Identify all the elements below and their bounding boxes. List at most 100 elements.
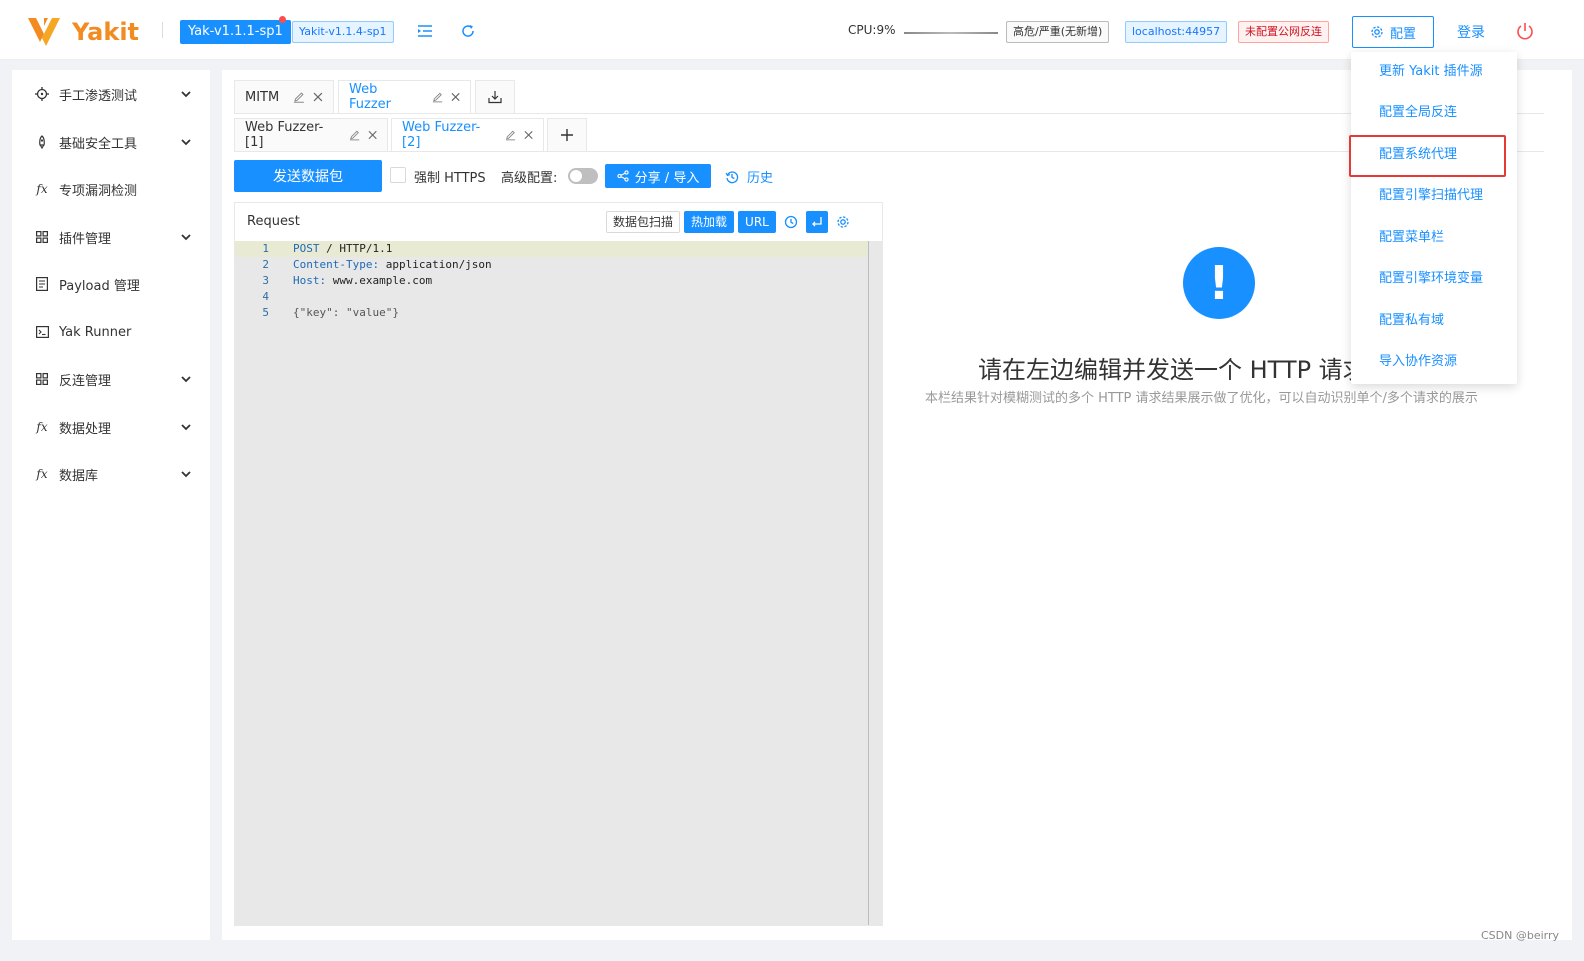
code-editor[interactable]: 1 POST / HTTP/1.1 2 Content-Type: applic…	[235, 241, 882, 925]
tabbar-divider	[234, 113, 1544, 114]
code-text: www.example.com	[326, 274, 433, 287]
line-number: 4	[262, 290, 269, 303]
reverse-connect-tag[interactable]: 未配置公网反连	[1238, 21, 1329, 43]
update-dot	[279, 16, 286, 23]
client-version-badge[interactable]: Yakit-v1.1.4-sp1	[292, 21, 394, 43]
force-https-checkbox[interactable]	[390, 167, 406, 183]
cpu-sparkline	[904, 32, 998, 34]
history-icon	[725, 170, 739, 183]
terminal-icon	[34, 324, 50, 340]
line-number: 5	[262, 306, 269, 319]
tab-mitm[interactable]: MITM	[234, 80, 334, 114]
history-button[interactable]: 历史	[725, 167, 773, 186]
refresh-icon[interactable]	[457, 20, 479, 42]
advanced-config-toggle[interactable]	[568, 168, 598, 184]
subtab-web-fuzzer-1[interactable]: Web Fuzzer-[1]	[234, 118, 388, 152]
host-tag[interactable]: localhost:44957	[1125, 21, 1228, 43]
power-icon[interactable]	[1514, 20, 1536, 42]
sidebar-item-database[interactable]: fx 数据库	[12, 454, 210, 494]
close-icon[interactable]	[451, 92, 460, 102]
menu-fold-icon[interactable]	[414, 20, 436, 42]
edit-icon[interactable]	[505, 129, 516, 141]
menu-item-private-domain[interactable]: 配置私有域	[1351, 301, 1517, 341]
sidebar-item-plugin-manage[interactable]: 插件管理	[12, 217, 210, 257]
chevron-down-icon	[181, 234, 191, 241]
empty-subtitle: 本栏结果针对模糊测试的多个 HTTP 请求结果展示做了优化，可以自动识别单个/多…	[925, 391, 1478, 406]
code-keyword: Host:	[293, 274, 327, 287]
sidebar-empty-area	[12, 500, 210, 940]
subtab-web-fuzzer-2[interactable]: Web Fuzzer-[2]	[391, 118, 544, 152]
close-icon[interactable]	[368, 130, 377, 140]
yakit-logo-icon	[28, 18, 60, 46]
sidebar-item-data-process[interactable]: fx 数据处理	[12, 407, 210, 447]
send-packet-button[interactable]: 发送数据包	[234, 160, 382, 192]
download-icon	[488, 91, 502, 104]
sidebar-item-yak-runner[interactable]: Yak Runner	[12, 312, 210, 352]
menu-item-import-resources[interactable]: 导入协作资源	[1351, 342, 1517, 382]
header-divider	[162, 22, 163, 38]
sidebar-item-basic-tools[interactable]: 基础安全工具	[12, 122, 210, 162]
tab-label: Web Fuzzer-[2]	[402, 120, 481, 150]
url-button[interactable]: URL	[738, 211, 776, 233]
code-line: 4	[235, 289, 869, 305]
rocket-icon	[34, 134, 50, 150]
menu-item-engine-scan-proxy[interactable]: 配置引擎扫描代理	[1351, 176, 1517, 216]
grid-icon	[34, 371, 50, 387]
edit-icon[interactable]	[349, 129, 360, 141]
line-number: 1	[262, 242, 269, 255]
tab-label: Web Fuzzer	[349, 82, 391, 112]
cpu-usage: CPU:9%	[848, 23, 896, 37]
close-icon[interactable]	[524, 130, 533, 140]
plus-icon	[561, 129, 573, 141]
login-link[interactable]: 登录	[1457, 22, 1485, 42]
tab-web-fuzzer[interactable]: Web Fuzzer	[338, 80, 471, 114]
enter-icon[interactable]	[805, 211, 828, 233]
edit-icon[interactable]	[432, 91, 443, 103]
menu-item-update-plugin-source[interactable]: 更新 Yakit 插件源	[1351, 52, 1517, 92]
line-number: 3	[262, 274, 269, 287]
sidebar-item-reverse-manage[interactable]: 反连管理	[12, 359, 210, 399]
code-content: Content-Type: application/json	[293, 257, 492, 273]
engine-version-badge[interactable]: Yak-v1.1.1-sp1	[180, 20, 291, 44]
share-icon	[617, 170, 629, 182]
sidebar-item-label: Yak Runner	[59, 324, 132, 340]
sidebar-item-payload[interactable]: Payload 管理	[12, 264, 210, 304]
crosshair-icon	[34, 86, 50, 102]
share-import-button[interactable]: 分享 / 导入	[605, 164, 711, 188]
advanced-config-label: 高级配置:	[501, 171, 558, 186]
clock-icon[interactable]	[780, 211, 802, 233]
subtab-divider	[234, 151, 1544, 152]
logo: Yakit	[24, 14, 139, 50]
toggle-knob	[570, 170, 582, 182]
tab-label: MITM	[245, 89, 280, 105]
menu-item-menubar[interactable]: 配置菜单栏	[1351, 218, 1517, 258]
code-content: Host: www.example.com	[293, 273, 432, 289]
sidebar-item-manual-pentest[interactable]: 手工渗透测试	[12, 74, 210, 114]
packet-scan-button[interactable]: 数据包扫描	[606, 211, 681, 233]
editor-scrollbar[interactable]	[868, 241, 869, 925]
code-text: / HTTP/1.1	[319, 242, 393, 255]
edit-icon[interactable]	[293, 91, 305, 103]
hot-reload-button[interactable]: 热加载	[684, 211, 735, 233]
info-icon: !	[1183, 247, 1255, 319]
code-text: application/json	[379, 258, 492, 271]
gear-icon	[1371, 26, 1383, 38]
sidebar-item-label: Payload 管理	[59, 278, 140, 294]
code-content: POST / HTTP/1.1	[293, 241, 392, 257]
settings-icon[interactable]	[832, 211, 854, 233]
menu-item-engine-env[interactable]: 配置引擎环境变量	[1351, 259, 1517, 299]
sidebar-item-vuln-detection[interactable]: fx 专项漏洞检测	[12, 169, 210, 209]
line-number: 2	[262, 258, 269, 271]
menu-item-global-reverse[interactable]: 配置全局反连	[1351, 93, 1517, 133]
close-icon[interactable]	[313, 92, 323, 102]
sidebar-item-label: 专项漏洞检测	[59, 183, 138, 199]
fx-icon: fx	[36, 420, 48, 434]
config-dropdown: 更新 Yakit 插件源 配置全局反连 配置系统代理 配置引擎扫描代理 配置菜单…	[1351, 52, 1517, 384]
chevron-down-icon	[181, 424, 191, 431]
tab-download[interactable]	[475, 80, 515, 114]
add-tab-button[interactable]	[547, 118, 587, 152]
risk-tag[interactable]: 高危/严重(无新增)	[1006, 21, 1110, 43]
config-label: 配置	[1389, 26, 1416, 42]
config-button[interactable]: 配置	[1352, 16, 1434, 48]
chevron-down-icon	[181, 91, 191, 98]
